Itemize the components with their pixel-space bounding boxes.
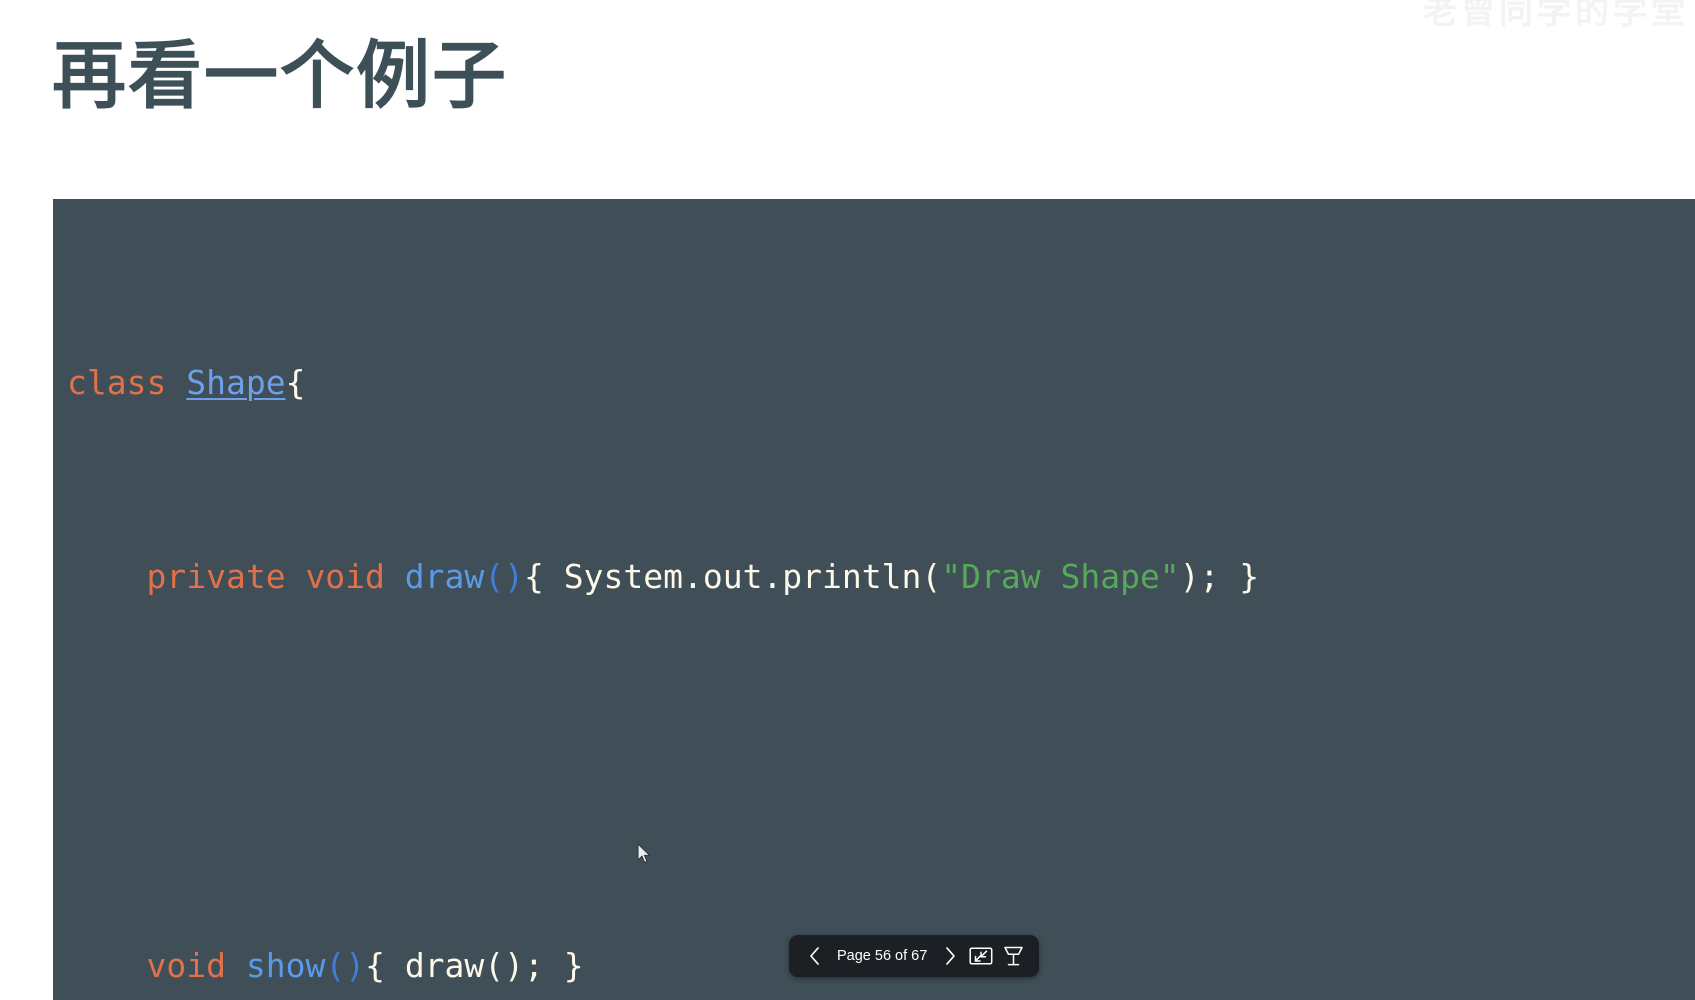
- exit-fullscreen-icon: [969, 947, 993, 965]
- token-brace: {: [285, 362, 306, 402]
- code-block: class Shape{ private void draw(){ System…: [53, 199, 1695, 1000]
- token-function: show: [245, 945, 326, 985]
- token-keyword: class: [67, 362, 167, 402]
- watermark-text: 老曾同学的学堂: [1423, 0, 1689, 32]
- token-string: "Draw Shape": [941, 557, 1180, 597]
- code-line: class Shape{: [67, 359, 1695, 408]
- previous-page-button[interactable]: [799, 941, 829, 971]
- presenter-view-button[interactable]: [997, 940, 1029, 972]
- token-type: Shape: [186, 362, 286, 402]
- exit-fullscreen-button[interactable]: [965, 940, 997, 972]
- podium-icon: [1004, 946, 1023, 966]
- slide-navigation-bar: Page 56 of 67: [789, 935, 1040, 977]
- page-indicator-label: Page 56 of 67: [837, 948, 928, 964]
- token-keyword: void: [305, 557, 385, 597]
- token-keyword: void: [146, 945, 226, 985]
- token-paren: (): [325, 945, 366, 985]
- next-page-button[interactable]: [935, 941, 965, 971]
- page-title: 再看一个例子: [52, 33, 508, 119]
- presentation-slide: 老曾同学的学堂 再看一个例子 class Shape{ private void…: [0, 0, 1695, 1000]
- token-paren: (): [484, 557, 525, 597]
- chevron-left-icon: [809, 947, 819, 965]
- code-listing: class Shape{ private void draw(){ System…: [53, 213, 1695, 1000]
- chevron-right-icon: [945, 947, 955, 965]
- token-function: draw: [404, 557, 485, 597]
- token-keyword: private: [146, 557, 286, 597]
- code-line: private void draw(){ System.out.println(…: [146, 557, 1260, 597]
